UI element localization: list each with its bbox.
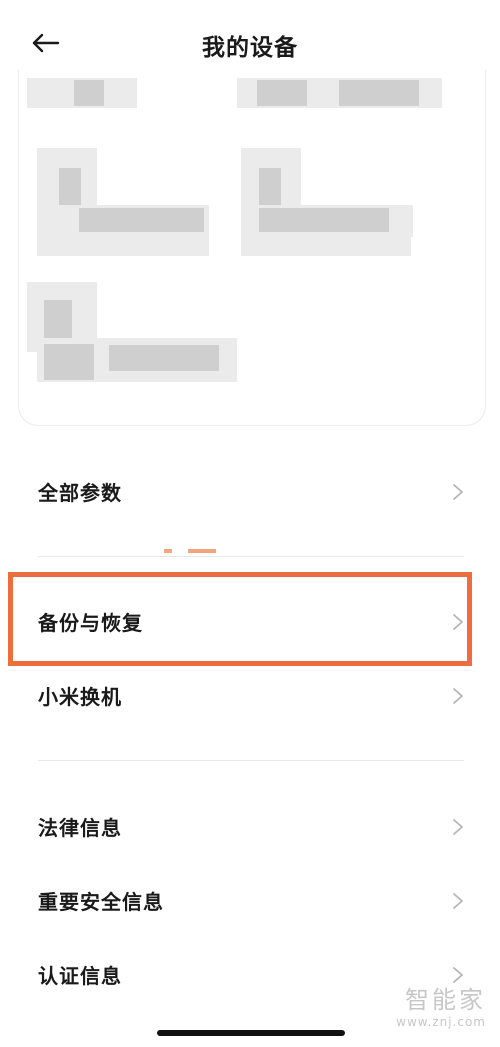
device-info-card <box>18 70 486 426</box>
watermark-url: www.znj.com <box>396 1015 486 1029</box>
blurred-text <box>259 208 389 232</box>
chevron-right-icon <box>453 819 463 835</box>
decorative-mark <box>188 549 216 553</box>
menu-item-label: 认证信息 <box>38 964 122 988</box>
blurred-text <box>339 80 419 106</box>
section-divider <box>38 556 464 557</box>
chevron-right-icon <box>453 893 463 909</box>
highlight-frame <box>8 572 472 666</box>
menu-item-label: 小米换机 <box>38 685 122 709</box>
blurred-text <box>79 208 204 232</box>
chevron-right-icon <box>453 484 463 500</box>
blurred-text <box>257 80 307 106</box>
blurred-icon <box>59 168 81 208</box>
menu-item-safety-info[interactable]: 重要安全信息 <box>0 871 500 931</box>
menu-item-mi-mover[interactable]: 小米换机 <box>0 666 500 726</box>
menu-item-label: 重要安全信息 <box>38 890 164 914</box>
menu-item-label: 法律信息 <box>38 816 122 840</box>
blurred-icon <box>259 168 281 208</box>
menu-item-legal-info[interactable]: 法律信息 <box>0 797 500 857</box>
chevron-right-icon <box>453 688 463 704</box>
blurred-text <box>241 236 411 256</box>
menu-item-all-params[interactable]: 全部参数 <box>0 462 500 522</box>
watermark-text: 智能家 <box>405 986 486 1014</box>
blurred-text <box>44 344 94 380</box>
blurred-text <box>37 236 209 256</box>
section-divider <box>38 760 464 761</box>
blurred-text <box>109 345 219 371</box>
home-indicator[interactable] <box>157 1030 345 1036</box>
blurred-text <box>74 80 104 106</box>
watermark: 智能家 www.znj.com <box>396 980 486 1029</box>
decorative-mark <box>164 549 172 553</box>
menu-item-label: 全部参数 <box>38 481 122 505</box>
page-title: 我的设备 <box>202 35 298 61</box>
